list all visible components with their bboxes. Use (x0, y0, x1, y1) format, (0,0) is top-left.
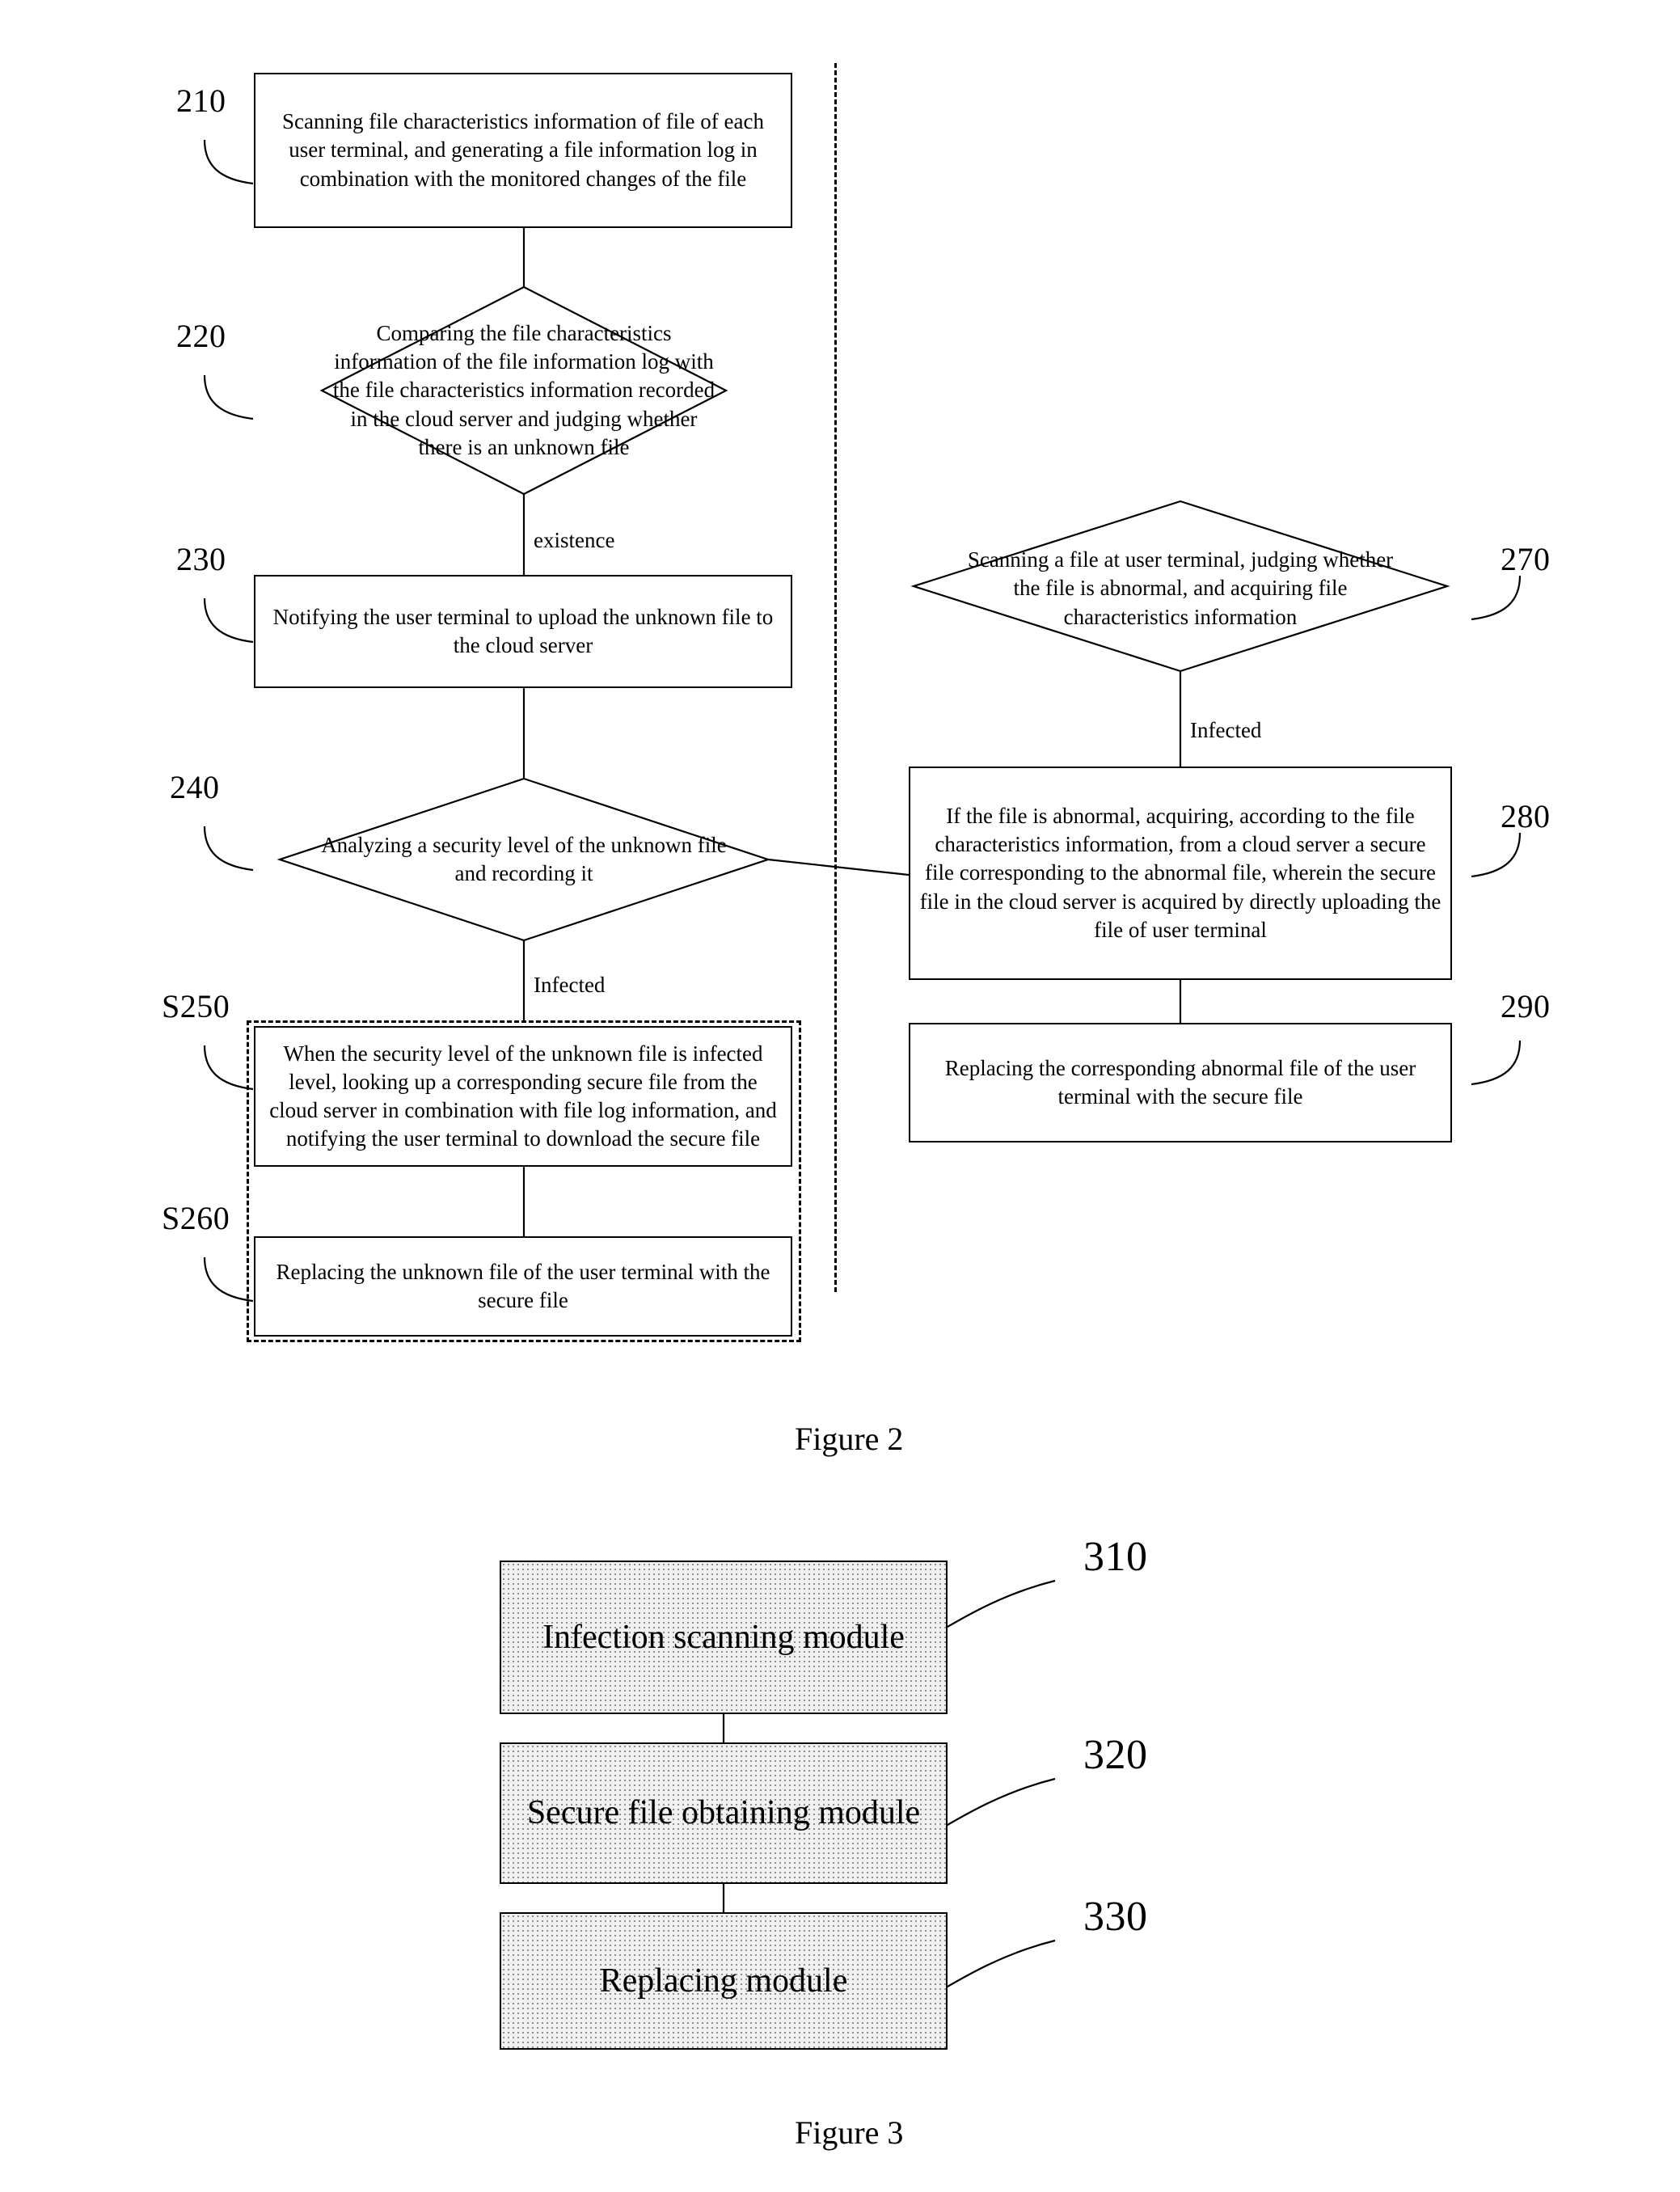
step-230-text: Notifying the user terminal to upload th… (272, 604, 774, 657)
leader-330 (933, 1939, 1056, 1996)
module-310-label: Infection scanning module (542, 1618, 905, 1656)
leader-310 (933, 1579, 1056, 1636)
ref-number-240: 240 (170, 769, 220, 805)
step-220-diamond: Comparing the file characteristics infor… (322, 317, 726, 464)
step-270-diamond: Scanning a file at user terminal, judgin… (948, 547, 1413, 628)
leader-240 (203, 826, 254, 872)
step-250-text: When the security level of the unknown f… (269, 1041, 777, 1151)
step-280-text: If the file is abnormal, acquiring, acco… (919, 804, 1442, 942)
ref-number-270: 270 (1501, 541, 1551, 577)
leader-280 (1471, 832, 1522, 878)
leader-320 (933, 1777, 1056, 1834)
ref-number-290: 290 (1501, 988, 1551, 1024)
figure3-caption: Figure 3 (795, 2114, 904, 2151)
leader-220 (203, 374, 254, 420)
ref-number-320: 320 (1083, 1732, 1148, 1778)
ref-number-280: 280 (1501, 798, 1551, 834)
step-290-text: Replacing the corresponding abnormal fil… (944, 1055, 1416, 1109)
module-320-box: Secure file obtaining module (500, 1742, 948, 1884)
leader-210 (203, 139, 254, 185)
figure2-column-separator (834, 63, 837, 1292)
ref-number-310: 310 (1083, 1534, 1148, 1580)
ref-number-330: 330 (1083, 1894, 1148, 1940)
module-320-label: Secure file obtaining module (526, 1794, 921, 1832)
leader-S250 (203, 1045, 254, 1091)
leader-230 (203, 598, 254, 644)
step-240-text: Analyzing a security level of the unknow… (321, 832, 727, 885)
edge-label-infected-left: Infected (534, 973, 606, 997)
step-250-box: When the security level of the unknown f… (254, 1026, 792, 1167)
step-260-text: Replacing the unknown file of the user t… (276, 1259, 770, 1312)
leader-290 (1471, 1040, 1522, 1086)
module-310-box: Infection scanning module (500, 1561, 948, 1714)
ref-number-220: 220 (176, 318, 226, 354)
patent-figure-page: Scanning file characteristics informatio… (0, 0, 1680, 2192)
step-240-diamond: Analyzing a security level of the unknow… (304, 817, 744, 902)
step-270-text: Scanning a file at user terminal, judgin… (967, 547, 1394, 629)
leader-S260 (203, 1256, 254, 1303)
ref-number-210: 210 (176, 82, 226, 119)
figure2-caption: Figure 2 (795, 1421, 904, 1457)
step-210-text: Scanning file characteristics informatio… (281, 109, 764, 191)
step-220-text: Comparing the file characteristics infor… (332, 321, 715, 459)
edge-label-infected-right: Infected (1190, 718, 1262, 742)
step-260-box: Replacing the unknown file of the user t… (254, 1236, 792, 1337)
step-290-box: Replacing the corresponding abnormal fil… (909, 1023, 1452, 1142)
module-330-box: Replacing module (500, 1912, 948, 2050)
step-280-box: If the file is abnormal, acquiring, acco… (909, 767, 1452, 980)
edge-label-existence: existence (534, 528, 615, 552)
connector-240-280 (767, 858, 910, 876)
step-210-box: Scanning file characteristics informatio… (254, 73, 792, 228)
ref-number-250: S250 (162, 988, 230, 1024)
ref-number-260: S260 (162, 1200, 230, 1236)
leader-270 (1471, 575, 1522, 621)
step-230-box: Notifying the user terminal to upload th… (254, 575, 792, 688)
module-330-label: Replacing module (599, 1962, 848, 2000)
ref-number-230: 230 (176, 541, 226, 577)
